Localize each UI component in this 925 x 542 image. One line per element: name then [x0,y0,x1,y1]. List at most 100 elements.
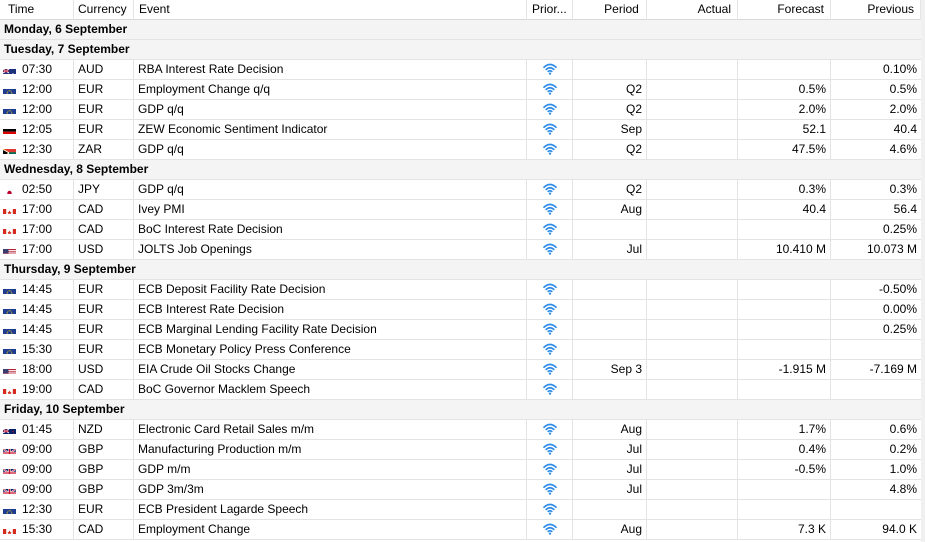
table-row[interactable]: 09:00 GBP GDP 3m/3m Jul 4.8% [0,480,921,500]
event-time: 02:50 [22,182,53,196]
period-cell: Jul [573,240,647,260]
column-header-currency[interactable]: Currency [74,0,134,20]
table-row[interactable]: 12:30 ZAR GDP q/q Q2 47.5% 4.6% [0,140,921,160]
day-label: Thursday, 9 September [4,262,136,276]
currency-cell: CAD [74,200,134,220]
forecast-cell: 0.3% [738,180,831,200]
event-time: 17:00 [22,222,53,236]
priority-cell [527,320,573,340]
table-row[interactable]: 02:50 JPY GDP q/q Q2 0.3% 0.3% [0,180,921,200]
column-header-previous[interactable]: Previous [831,0,921,20]
forecast-cell [738,380,831,400]
event-name-cell: Electronic Card Retail Sales m/m [134,420,527,440]
flag-ca-icon [3,384,18,394]
signal-wifi-icon [527,363,572,375]
time-cell: 12:00 [0,100,74,120]
currency-cell: EUR [74,280,134,300]
day-label: Tuesday, 7 September [4,42,130,56]
event-time: 15:30 [22,522,53,536]
table-row[interactable]: 12:05 EUR ZEW Economic Sentiment Indicator… [0,120,921,140]
actual-cell [647,120,738,140]
priority-cell [527,420,573,440]
forecast-cell [738,320,831,340]
flag-eu-icon [3,344,18,354]
priority-cell [527,140,573,160]
period-cell: Jul [573,460,647,480]
table-row[interactable]: 09:00 GBP Manufacturing Production m/m Jul 0… [0,440,921,460]
table-row[interactable]: 14:45 EUR ECB Deposit Facility Rate Decisi… [0,280,921,300]
period-cell: Sep 3 [573,360,647,380]
column-header-time[interactable]: Time [0,0,74,20]
day-label: Wednesday, 8 September [4,162,149,176]
forecast-cell: 47.5% [738,140,831,160]
table-row[interactable]: 09:00 GBP GDP m/m Jul -0.5% 1.0% [0,460,921,480]
currency-cell: CAD [74,380,134,400]
event-time: 14:45 [22,302,53,316]
table-row[interactable]: 12:00 EUR GDP q/q Q2 2.0% 2.0% [0,100,921,120]
table-row[interactable]: 17:00 USD JOLTS Job Openings Jul 10.410 M 10.… [0,240,921,260]
actual-cell [647,420,738,440]
time-cell: 14:45 [0,320,74,340]
time-cell: 12:30 [0,500,74,520]
table-row[interactable]: 07:30 AUD RBA Interest Rate Decision 0.10% [0,60,921,80]
table-row[interactable]: 17:00 CAD Ivey PMI Aug 40.4 56.4 [0,200,921,220]
day-group-row[interactable]: Tuesday, 7 September [0,40,921,60]
table-row[interactable]: 18:00 USD EIA Crude Oil Stocks Change Sep 3… [0,360,921,380]
table-row[interactable]: 14:45 EUR ECB Marginal Lending Facility Ra… [0,320,921,340]
table-row[interactable]: 15:30 CAD Employment Change Aug 7.3 K 94.0 K [0,520,921,540]
day-group-row[interactable]: Wednesday, 8 September [0,160,921,180]
flag-de-icon [3,124,18,134]
actual-cell [647,320,738,340]
column-header-event[interactable]: Event [134,0,527,20]
day-group-row[interactable]: Friday, 10 September [0,400,921,420]
signal-wifi-icon [527,83,572,95]
column-header-actual[interactable]: Actual [647,0,738,20]
previous-cell: 40.4 [893,122,917,136]
signal-wifi-icon [527,443,572,455]
table-row[interactable]: 01:45 NZD Electronic Card Retail Sales m/m… [0,420,921,440]
time-cell: 15:30 [0,340,74,360]
table-row[interactable]: 12:00 EUR Employment Change q/q Q2 0.5% 0.5% [0,80,921,100]
event-time: 14:45 [22,282,53,296]
currency-cell: EUR [74,320,134,340]
column-header-priority[interactable]: Prior... [527,0,573,20]
signal-wifi-icon [527,323,572,335]
event-time: 09:00 [22,442,53,456]
table-row[interactable]: 15:30 EUR ECB Monetary Policy Press Confer… [0,340,921,360]
priority-cell [527,440,573,460]
vertical-scrollbar[interactable] [921,0,925,542]
flag-nz-icon [3,424,18,434]
previous-cell: 2.0% [889,102,917,116]
actual-cell [647,140,738,160]
actual-cell [647,280,738,300]
event-name-cell: EIA Crude Oil Stocks Change [134,360,527,380]
day-group-row[interactable]: Monday, 6 September [0,20,921,40]
column-header-period[interactable]: Period [573,0,647,20]
priority-cell [527,100,573,120]
forecast-cell: -0.5% [738,460,831,480]
previous-cell: 4.6% [889,142,917,156]
forecast-cell: 2.0% [738,100,831,120]
table-row[interactable]: 12:30 EUR ECB President Lagarde Speech [0,500,921,520]
event-name-cell: Ivey PMI [134,200,527,220]
priority-cell [527,520,573,540]
table-row[interactable]: 17:00 CAD BoC Interest Rate Decision 0.25% [0,220,921,240]
economic-calendar-table: Time Currency Event Prior... Period Actu… [0,0,925,542]
time-cell: 17:00 [0,240,74,260]
flag-au-icon [3,64,18,74]
flag-gb-icon [3,444,18,454]
table-row[interactable]: 14:45 EUR ECB Interest Rate Decision 0.00% [0,300,921,320]
event-name-cell: GDP m/m [134,460,527,480]
time-cell: 15:30 [0,520,74,540]
period-cell: Aug [573,520,647,540]
table-row[interactable]: 19:00 CAD BoC Governor Macklem Speech [0,380,921,400]
signal-wifi-icon [527,523,572,535]
previous-cell: 0.2% [889,442,917,456]
priority-cell [527,60,573,80]
signal-wifi-icon [527,123,572,135]
forecast-cell: 1.7% [738,420,831,440]
previous-cell: 1.0% [889,462,917,476]
period-cell [573,300,647,320]
day-group-row[interactable]: Thursday, 9 September [0,260,921,280]
column-header-forecast[interactable]: Forecast [738,0,831,20]
